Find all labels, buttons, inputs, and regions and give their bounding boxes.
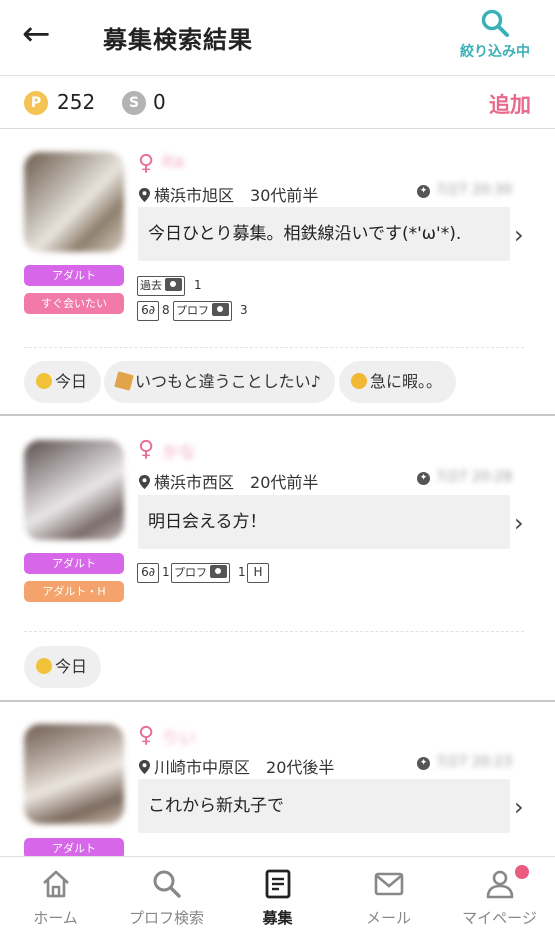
- divider: [24, 631, 524, 632]
- mail-icon: [374, 872, 403, 896]
- camera-icon: [165, 278, 182, 291]
- pin-icon: [139, 760, 150, 774]
- divider: [24, 347, 524, 348]
- avatar[interactable]: [24, 152, 124, 252]
- message-box[interactable]: 明日会える方！: [138, 495, 510, 549]
- female-icon: ♀: [138, 151, 155, 176]
- past-photo-badge: 過去: [137, 276, 185, 296]
- camera-icon: [212, 303, 229, 316]
- chevron-right-icon[interactable]: ›: [514, 221, 524, 249]
- age-text: 20代後半: [266, 758, 335, 777]
- nickname: Ita: [162, 152, 185, 172]
- tag-adult: アダルト: [24, 265, 124, 286]
- female-icon: ♀: [138, 723, 155, 748]
- tab-profile-search[interactable]: プロフ検索: [111, 869, 222, 928]
- chevron-right-icon[interactable]: ›: [514, 793, 524, 821]
- age-text: 30代前半: [250, 186, 319, 205]
- tab-recruit-label: 募集: [262, 909, 293, 927]
- s-point-icon: S: [122, 91, 146, 115]
- p-point-value: 252: [57, 90, 96, 114]
- past-photo-count: 1: [194, 278, 202, 292]
- recruit-card[interactable]: アダルト すぐ会いたい ♀ Ita 横浜市旭区 30代前半 ✦ 7/27 20:…: [0, 130, 555, 416]
- glasses-icon: 6∂: [137, 301, 159, 321]
- female-icon: ♀: [138, 437, 155, 462]
- filter-label: 絞り込み中: [460, 44, 530, 60]
- person-icon: [486, 870, 513, 899]
- location-row: 川崎市中原区 20代後半: [138, 754, 334, 778]
- add-points-button[interactable]: 追加: [489, 89, 531, 119]
- header: ← 募集検索結果 絞り込み中: [0, 0, 555, 76]
- home-icon: [42, 870, 69, 898]
- tired-face-icon: [351, 373, 367, 389]
- smile-icon: [36, 373, 52, 389]
- party-icon: [114, 371, 134, 391]
- s-point-value: 0: [153, 90, 166, 114]
- tab-home[interactable]: ホーム: [0, 869, 111, 928]
- points-bar: P 252 S 0 追加: [0, 77, 555, 129]
- tab-mypage[interactable]: マイページ: [444, 865, 555, 928]
- tab-mail-label: メール: [365, 909, 411, 927]
- location-row: 横浜市旭区 30代前半: [138, 182, 318, 206]
- location-text: 川崎市中原区: [154, 758, 251, 777]
- list-icon: [265, 869, 290, 899]
- clock-icon: ✦: [417, 757, 430, 770]
- h-badge-icon: H: [247, 563, 269, 583]
- tab-home-label: ホーム: [33, 909, 78, 927]
- profile-photo-badge: プロフ: [173, 301, 232, 321]
- profile-photo-count: 1: [238, 565, 246, 579]
- nickname: りい: [162, 729, 196, 749]
- location-text: 横浜市旭区: [154, 186, 235, 205]
- message-box[interactable]: これから新丸子で: [138, 779, 510, 833]
- avatar[interactable]: [24, 724, 124, 824]
- post-time: 7/27 20:30: [436, 182, 513, 198]
- glasses-count: 1: [162, 565, 170, 579]
- location-text: 横浜市西区: [154, 473, 235, 492]
- search-icon: [153, 870, 181, 898]
- tab-recruit[interactable]: 募集: [222, 869, 333, 928]
- tab-bar: ホーム プロフ検索 募集 メール マイページ: [0, 856, 555, 951]
- clock-icon: ✦: [417, 472, 430, 485]
- smile-icon: [36, 658, 52, 674]
- tag-adult: アダルト: [24, 553, 124, 574]
- recruit-card[interactable]: アダルト アダルト・H ♀ かな 横浜市西区 20代前半 ✦ 7/27 20:2…: [0, 416, 555, 702]
- message-box[interactable]: 今日ひとり募集。相鉄線沿いです(*'ω'*).: [138, 207, 510, 261]
- chip-today[interactable]: 今日: [24, 646, 102, 688]
- filter-button[interactable]: 絞り込み中: [455, 8, 535, 61]
- post-time: 7/27 20:23: [436, 754, 513, 770]
- glasses-count: 8: [162, 303, 170, 317]
- post-time: 7/27 20:28: [436, 469, 513, 485]
- pin-icon: [139, 188, 150, 202]
- glasses-icon: 6∂: [137, 563, 159, 583]
- location-row: 横浜市西区 20代前半: [138, 469, 318, 493]
- back-button[interactable]: ←: [22, 14, 51, 54]
- tab-profile-search-label: プロフ検索: [128, 909, 204, 927]
- chevron-right-icon[interactable]: ›: [514, 509, 524, 537]
- tag-adult-h: アダルト・H: [24, 581, 124, 602]
- camera-icon: [210, 565, 227, 578]
- search-icon: [481, 9, 509, 37]
- tab-mail[interactable]: メール: [333, 869, 444, 928]
- notification-dot: [515, 865, 529, 879]
- nickname: かな: [162, 443, 196, 463]
- age-text: 20代前半: [250, 473, 319, 492]
- avatar[interactable]: [24, 440, 124, 540]
- profile-photo-count: 3: [240, 303, 248, 317]
- recruit-card[interactable]: アダルト ♀ りい 川崎市中原区 20代後半 ✦ 7/27 20:23 これから…: [0, 702, 555, 859]
- profile-photo-badge: プロフ: [171, 563, 230, 583]
- p-point-icon: P: [24, 91, 48, 115]
- clock-icon: ✦: [417, 185, 430, 198]
- pin-icon: [139, 475, 150, 489]
- tab-mypage-label: マイページ: [462, 909, 537, 927]
- chip-suddenly-free[interactable]: 急に暇。。: [339, 361, 457, 403]
- page-title: 募集検索結果: [103, 26, 253, 54]
- chip-something-different[interactable]: いつもと違うことしたい♪: [104, 361, 335, 403]
- tag-meet-now: すぐ会いたい: [24, 293, 124, 314]
- chip-today[interactable]: 今日: [24, 361, 102, 403]
